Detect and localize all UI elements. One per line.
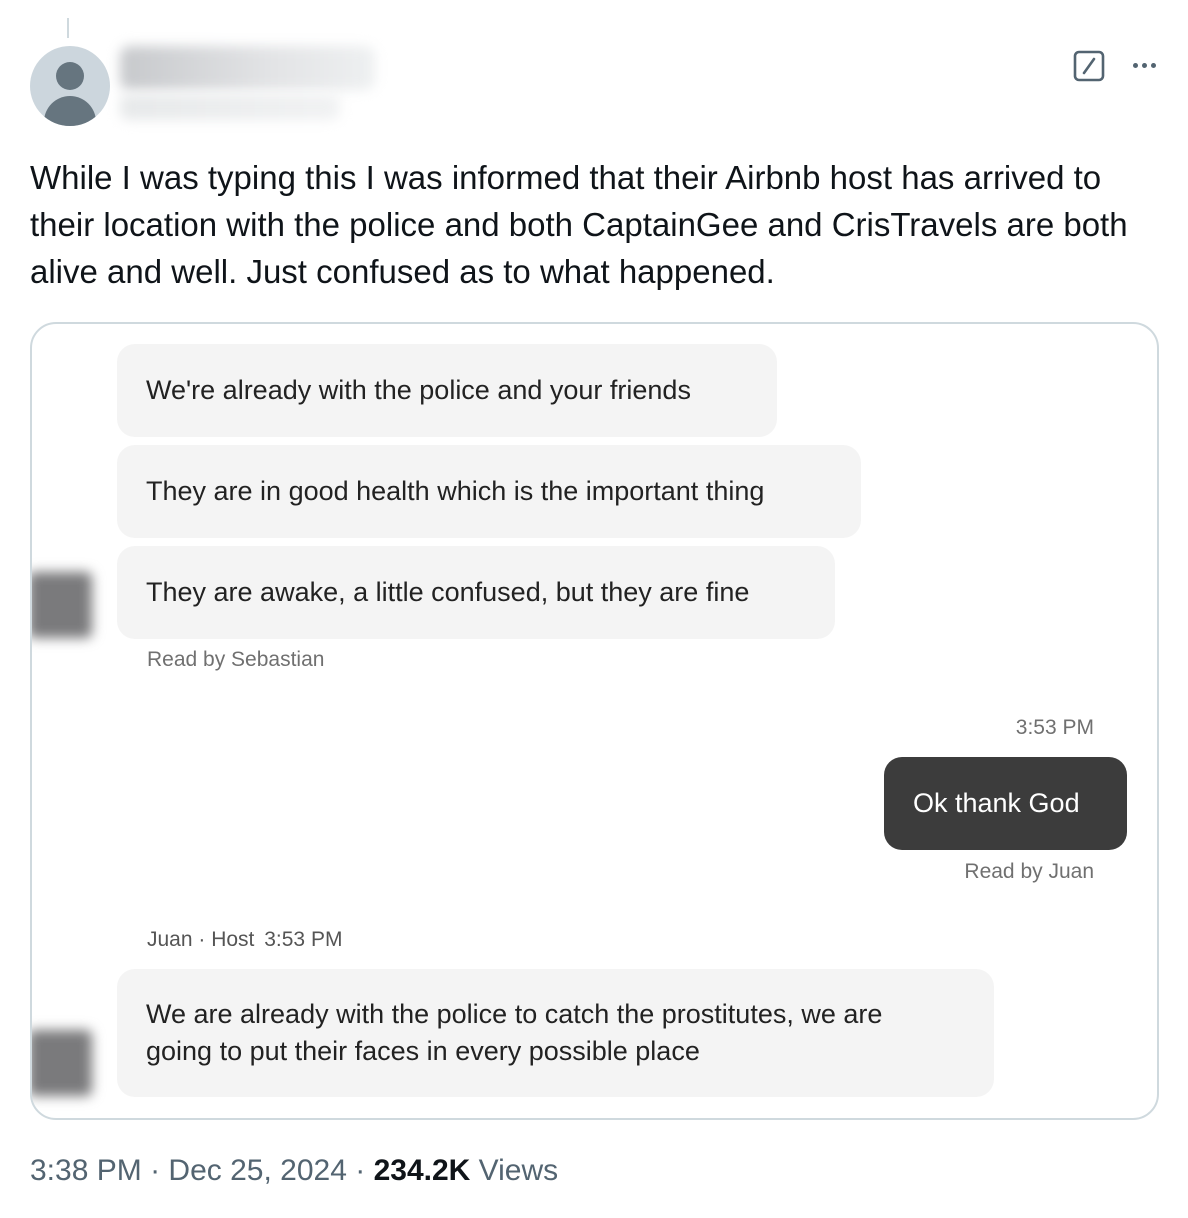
tweet-time[interactable]: 3:38 PM	[30, 1154, 142, 1187]
tweet-text: While I was typing this I was informed t…	[30, 159, 1128, 290]
chat-message: They are awake, a little confused, but t…	[117, 546, 835, 639]
thread-line	[67, 18, 69, 38]
read-receipt: Read by Juan	[964, 860, 1094, 883]
author-handle-redacted[interactable]	[120, 94, 340, 120]
host-message-time: 3:53 PM	[264, 928, 343, 951]
tweet-meta: 3:38 PM · Dec 25, 2024 · 234.2K Views	[30, 1154, 558, 1188]
default-avatar-body	[44, 96, 96, 126]
attached-image-chat-screenshot[interactable]: We're already with the police and your f…	[30, 322, 1159, 1120]
host-label: Juan · Host 3:53 PM	[147, 928, 342, 952]
grok-icon[interactable]	[1073, 50, 1105, 82]
chat-message-text: They are in good health which is the imp…	[146, 476, 765, 506]
separator: ·	[355, 1154, 366, 1187]
own-chat-message: Ok thank God	[884, 757, 1127, 850]
views-count[interactable]: 234.2K	[374, 1154, 471, 1187]
chat-message-text: They are awake, a little confused, but t…	[146, 577, 750, 607]
separator: ·	[150, 1154, 161, 1187]
views-label: Views	[478, 1154, 559, 1187]
chat-message-text: We're already with the police and your f…	[146, 375, 691, 405]
sender-avatar-redacted	[32, 572, 92, 638]
chat-message: We're already with the police and your f…	[117, 344, 777, 437]
host-name: Juan · Host	[147, 928, 255, 951]
author-name-redacted[interactable]	[120, 46, 375, 90]
tweet-date[interactable]: Dec 25, 2024	[168, 1154, 346, 1187]
more-icon[interactable]	[1126, 52, 1162, 78]
chat-message-text: Ok thank God	[913, 788, 1080, 818]
message-timestamp: 3:53 PM	[1015, 716, 1094, 739]
chat-message: We are already with the police to catch …	[117, 969, 994, 1097]
read-receipt: Read by Sebastian	[147, 648, 325, 671]
sender-avatar-redacted	[32, 1030, 92, 1096]
author-avatar[interactable]	[30, 46, 110, 126]
chat-message: They are in good health which is the imp…	[117, 445, 861, 538]
default-avatar-icon	[56, 62, 84, 90]
chat-message-text: We are already with the police to catch …	[146, 999, 883, 1066]
